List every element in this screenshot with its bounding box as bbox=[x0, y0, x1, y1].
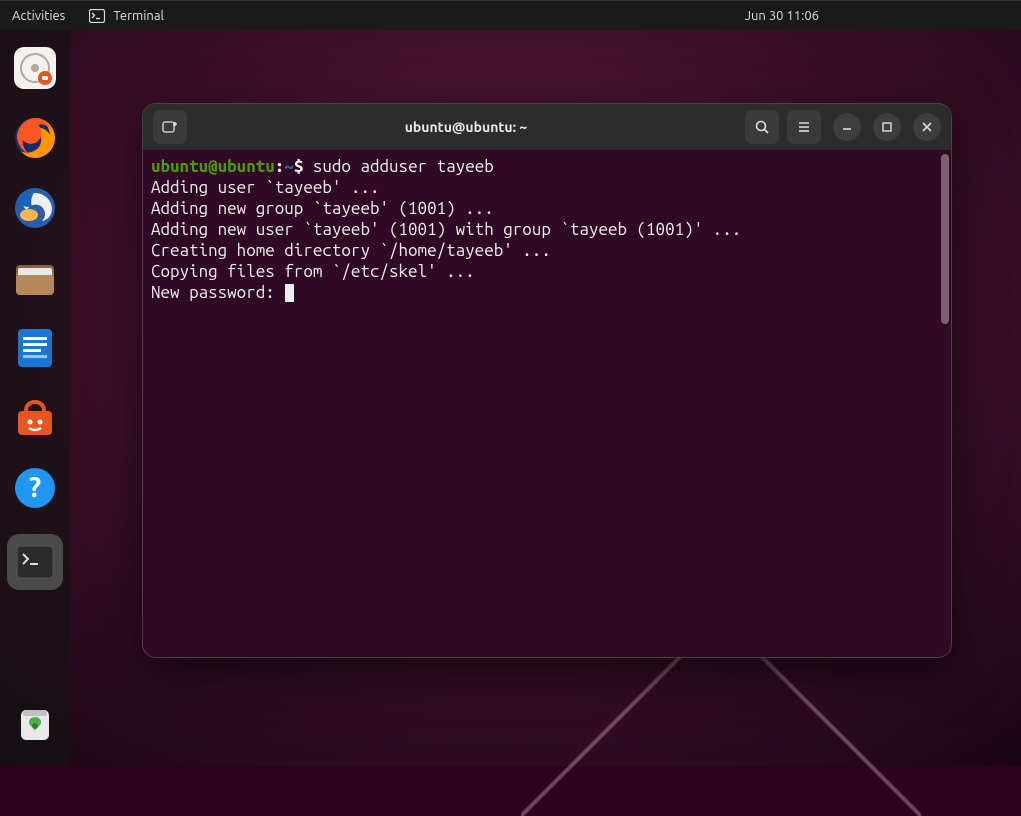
new-tab-button[interactable] bbox=[153, 110, 187, 144]
terminal-small-icon bbox=[89, 9, 105, 23]
hamburger-icon bbox=[796, 119, 812, 135]
minimize-icon bbox=[840, 120, 854, 134]
disks-icon[interactable] bbox=[11, 44, 59, 92]
terminal-window: ubuntu@ubuntu: ~ bbox=[142, 103, 952, 658]
terminal-body[interactable]: ubuntu@ubuntu:~$ sudo adduser tayeebAddi… bbox=[143, 150, 951, 657]
writer-icon[interactable] bbox=[11, 324, 59, 372]
terminal-dock-icon[interactable] bbox=[7, 534, 63, 590]
close-button[interactable] bbox=[913, 113, 941, 141]
help-icon[interactable]: ? bbox=[11, 464, 59, 512]
window-title: ubuntu@ubuntu: ~ bbox=[195, 119, 737, 135]
active-app-name: Terminal bbox=[113, 9, 164, 23]
svg-text:?: ? bbox=[29, 472, 41, 503]
dock: ? bbox=[0, 30, 70, 766]
clock[interactable]: Jun 30 11:06 bbox=[745, 9, 819, 23]
active-app-indicator[interactable]: Terminal bbox=[89, 9, 164, 23]
titlebar: ubuntu@ubuntu: ~ bbox=[143, 104, 951, 150]
firefox-icon[interactable] bbox=[11, 114, 59, 162]
scrollbar[interactable] bbox=[941, 154, 949, 324]
cursor bbox=[285, 284, 294, 302]
menu-button[interactable] bbox=[787, 110, 821, 144]
trash-icon[interactable] bbox=[11, 700, 59, 748]
thunderbird-icon[interactable] bbox=[11, 184, 59, 232]
activities-button[interactable]: Activities bbox=[12, 9, 65, 23]
search-button[interactable] bbox=[745, 110, 779, 144]
files-icon[interactable] bbox=[11, 254, 59, 302]
top-bar: Activities Terminal Jun 30 11:06 bbox=[0, 0, 1021, 30]
software-icon[interactable] bbox=[11, 394, 59, 442]
search-icon bbox=[754, 119, 770, 135]
maximize-icon bbox=[880, 120, 894, 134]
close-icon bbox=[920, 120, 934, 134]
minimize-button[interactable] bbox=[833, 113, 861, 141]
maximize-button[interactable] bbox=[873, 113, 901, 141]
